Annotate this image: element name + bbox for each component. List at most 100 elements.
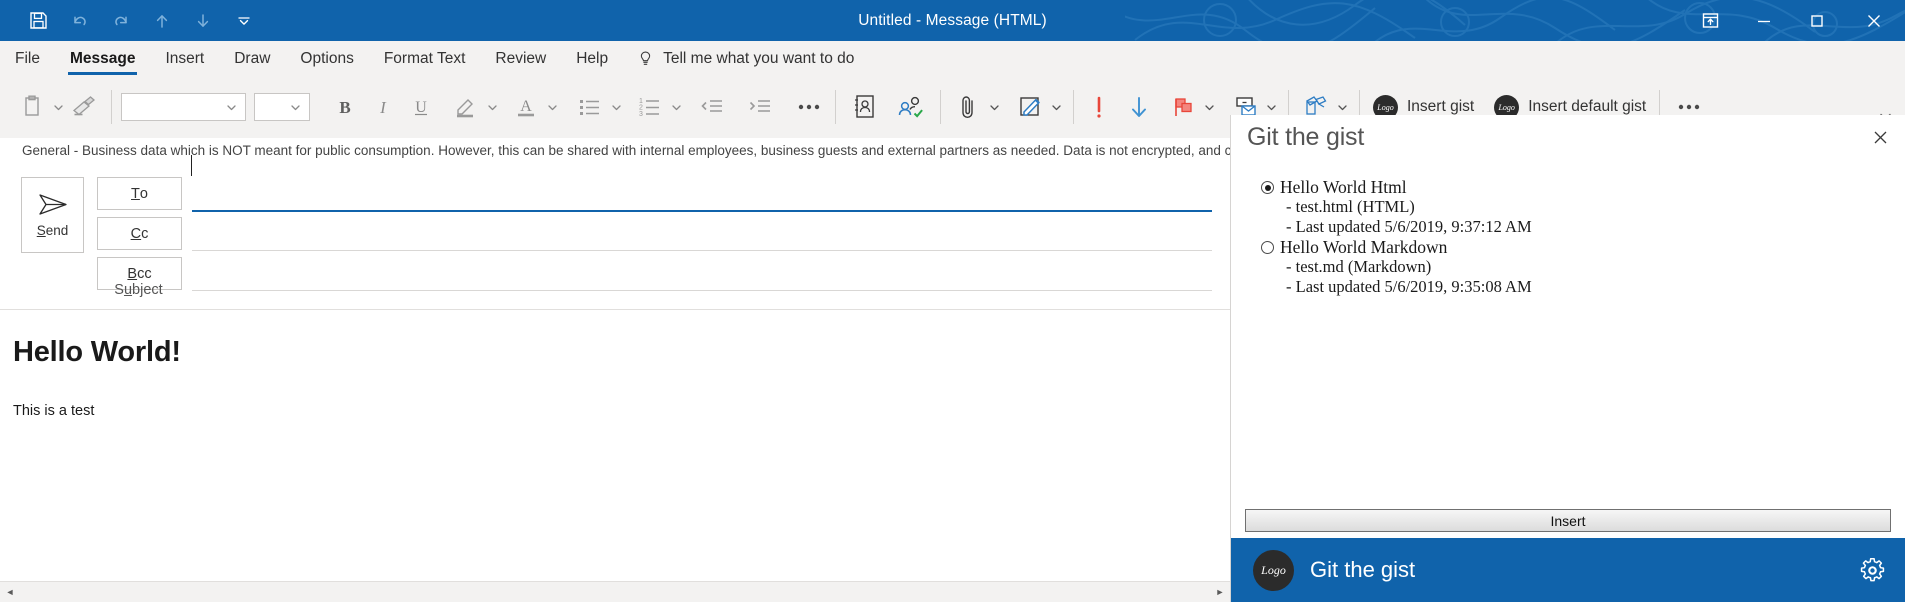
gist-file: - test.html (HTML) [1286, 197, 1415, 217]
tell-me-search[interactable]: Tell me what you want to do [623, 41, 868, 76]
tab-help[interactable]: Help [561, 41, 623, 76]
font-color-button[interactable]: A [508, 84, 560, 130]
paste-chevron-down-icon[interactable] [50, 85, 66, 129]
maximize-icon[interactable] [1790, 0, 1843, 41]
highlight-chevron-down-icon[interactable] [484, 85, 500, 129]
insert-button-wrapper: Insert [1231, 509, 1905, 532]
font-size-combobox[interactable] [254, 93, 310, 121]
save-icon[interactable] [18, 0, 59, 41]
font-color-icon: A [508, 85, 544, 129]
tab-draw[interactable]: Draw [219, 41, 285, 76]
body-heading: Hello World! [13, 336, 181, 368]
gist-name: Hello World Markdown [1280, 237, 1448, 258]
tab-options[interactable]: Options [285, 41, 368, 76]
bold-button[interactable]: B [330, 85, 360, 129]
bulleted-list-icon [572, 85, 608, 129]
undo-icon[interactable] [59, 0, 100, 41]
scrollbar-track[interactable] [20, 582, 1210, 602]
gist-file: - test.md (Markdown) [1286, 257, 1432, 277]
list-item[interactable]: Hello World Markdown - test.md (Markdown… [1261, 237, 1885, 296]
next-item-icon[interactable] [182, 0, 223, 41]
gist-radio-button[interactable] [1261, 181, 1274, 194]
bcc-field-underline[interactable] [192, 290, 1212, 291]
format-painter-button[interactable] [66, 84, 102, 130]
paste-button[interactable] [14, 84, 66, 130]
low-importance-button[interactable] [1123, 85, 1155, 129]
ribbon-tabs[interactable]: File Message Insert Draw Options Format … [0, 41, 1905, 77]
paintbrush-icon [66, 85, 102, 129]
check-names-button[interactable] [891, 85, 931, 129]
svg-text:U: U [415, 99, 427, 116]
body-horizontal-scrollbar[interactable]: ◄ ► [0, 581, 1230, 602]
gist-radio-button[interactable] [1261, 241, 1274, 255]
to-field-text-cursor [191, 155, 192, 176]
svg-text:A: A [520, 98, 532, 115]
gear-icon[interactable] [1857, 555, 1887, 585]
signature-button[interactable] [1012, 84, 1064, 130]
tab-message[interactable]: Message [55, 41, 150, 76]
cc-accel: C [130, 225, 142, 242]
tell-me-label: Tell me what you want to do [663, 49, 855, 67]
font-color-chevron-down-icon[interactable] [544, 85, 560, 129]
insert-button[interactable]: Insert [1245, 509, 1891, 532]
sensitivity-label-text: General - Business data which is NOT mea… [22, 143, 1404, 158]
to-field-underline[interactable] [192, 210, 1212, 212]
tab-insert[interactable]: Insert [150, 41, 219, 76]
minimize-icon[interactable] [1737, 0, 1790, 41]
numbering-chevron-down-icon[interactable] [668, 85, 684, 129]
font-name-combobox[interactable] [121, 93, 246, 121]
gist-list[interactable]: Hello World Html - test.html (HTML) - La… [1231, 167, 1905, 494]
outlook-compose-window: Untitled - Message (HTML) File Message I… [0, 0, 1905, 602]
follow-up-button[interactable] [1165, 84, 1217, 130]
send-button[interactable]: Send [21, 177, 84, 253]
address-book-button[interactable] [845, 85, 885, 129]
font-name-chevron-down-icon[interactable] [226, 102, 237, 113]
numbered-list-icon: 123 [632, 85, 668, 129]
increase-indent-button[interactable] [742, 85, 778, 129]
svg-text:B: B [339, 98, 350, 117]
gist-updated: - Last updated 5/6/2019, 9:37:12 AM [1286, 216, 1532, 236]
redo-icon[interactable] [100, 0, 141, 41]
numbering-button[interactable]: 123 [632, 84, 684, 130]
italic-button[interactable]: I [368, 85, 398, 129]
send-accel: S [36, 223, 46, 238]
task-pane-close-icon[interactable] [1867, 124, 1893, 150]
lightbulb-icon [640, 51, 651, 65]
window-controls[interactable] [1684, 0, 1905, 41]
decrease-indent-button[interactable] [694, 85, 730, 129]
message-body[interactable]: Hello World! This is a test [0, 310, 1230, 582]
task-pane-title: Git the gist [1247, 123, 1365, 151]
toolbar-divider-2 [835, 90, 836, 124]
to-button[interactable]: To [97, 177, 182, 210]
attach-file-button[interactable] [950, 84, 1002, 130]
bullets-chevron-down-icon[interactable] [608, 85, 624, 129]
follow-up-chevron-down-icon[interactable] [1201, 85, 1217, 129]
tab-file[interactable]: File [0, 41, 55, 76]
signature-chevron-down-icon[interactable] [1048, 85, 1064, 129]
tab-review[interactable]: Review [480, 41, 561, 76]
previous-item-icon[interactable] [141, 0, 182, 41]
customize-quick-access-toolbar-icon[interactable] [223, 0, 264, 41]
high-importance-button[interactable] [1083, 85, 1115, 129]
more-formatting-button[interactable] [792, 85, 826, 129]
list-item[interactable]: Hello World Html - test.html (HTML) - La… [1261, 177, 1885, 236]
toolbar-divider-3 [940, 90, 941, 124]
cc-button[interactable]: Cc [97, 217, 182, 250]
ribbon-display-options-icon[interactable] [1684, 0, 1737, 41]
attach-chevron-down-icon[interactable] [986, 85, 1002, 129]
underline-button[interactable]: U [406, 85, 436, 129]
bullets-button[interactable] [572, 84, 624, 130]
subject-accel: u [123, 282, 133, 298]
close-icon[interactable] [1843, 0, 1905, 41]
send-arrow-icon [38, 194, 67, 215]
cc-field-underline[interactable] [192, 250, 1212, 251]
to-rest: o [139, 185, 148, 202]
tab-format-text[interactable]: Format Text [369, 41, 481, 76]
font-size-chevron-down-icon[interactable] [290, 102, 301, 113]
scroll-left-arrow-icon[interactable]: ◄ [0, 583, 20, 602]
flag-icon [1165, 85, 1201, 129]
text-highlight-color-button[interactable] [448, 84, 500, 130]
toolbar-divider-4 [1073, 90, 1074, 124]
scroll-right-arrow-icon[interactable]: ► [1210, 583, 1230, 602]
quick-access-toolbar[interactable] [18, 0, 264, 41]
